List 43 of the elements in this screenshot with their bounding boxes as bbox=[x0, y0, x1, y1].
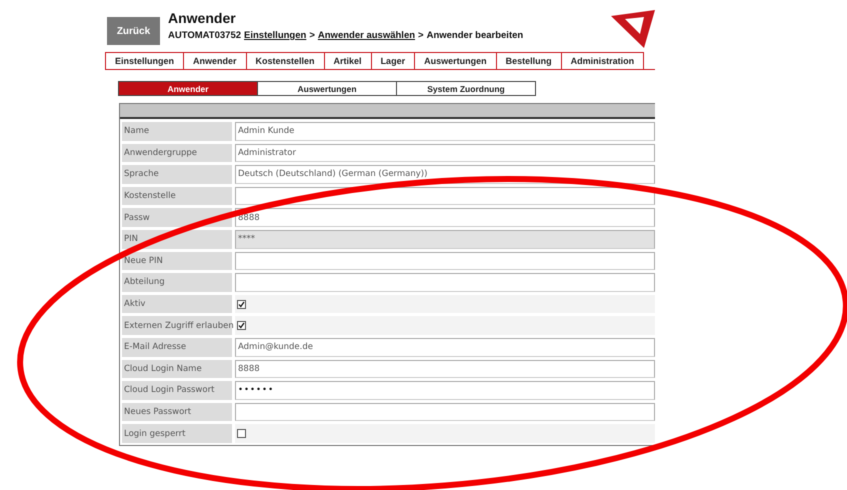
sub-tab[interactable]: Auswertungen bbox=[257, 81, 397, 96]
field-label: Login gesperrt bbox=[122, 424, 232, 443]
field-label: Cloud Login Passwort bbox=[122, 381, 232, 400]
input-field[interactable]: 8888 bbox=[235, 360, 655, 378]
checkbox[interactable] bbox=[237, 321, 246, 330]
sub-tab[interactable]: System Zuordnung bbox=[396, 81, 536, 96]
input-field[interactable]: **** bbox=[235, 230, 655, 249]
field-label: Name bbox=[122, 122, 232, 141]
nav-tab[interactable]: Lager bbox=[370, 52, 416, 69]
field-label: Anwendergruppe bbox=[122, 144, 232, 162]
field-label: E-Mail Adresse bbox=[122, 338, 232, 357]
input-field[interactable]: •••••• bbox=[235, 381, 655, 400]
field-label: Cloud Login Name bbox=[122, 360, 232, 378]
field-label: Neues Passwort bbox=[122, 402, 232, 422]
breadcrumb-link[interactable]: Anwender auswählen bbox=[318, 30, 416, 41]
nav-tab[interactable]: Auswertungen bbox=[414, 52, 497, 69]
back-button[interactable]: Zurück bbox=[107, 17, 160, 45]
sub-tab[interactable]: Anwender bbox=[118, 81, 258, 96]
nav-tab[interactable]: Bestellung bbox=[496, 52, 562, 69]
field-label: Kostenstelle bbox=[122, 186, 232, 206]
field-label: Neue PIN bbox=[122, 252, 232, 270]
input-field[interactable] bbox=[235, 402, 655, 422]
input-field[interactable]: Admin Kunde bbox=[235, 122, 655, 141]
input-field[interactable]: Administrator bbox=[235, 144, 655, 162]
breadcrumb-separator: > bbox=[309, 30, 315, 41]
field-label: Sprache bbox=[122, 165, 232, 184]
input-field[interactable]: 8888 bbox=[235, 208, 655, 227]
input-field[interactable] bbox=[235, 252, 655, 270]
field-label: Aktiv bbox=[122, 294, 232, 314]
logo-icon bbox=[611, 10, 655, 48]
page-title: Anwender bbox=[168, 10, 237, 26]
checkbox[interactable] bbox=[237, 300, 246, 309]
field-label: Abteilung bbox=[122, 273, 232, 292]
checkbox[interactable] bbox=[237, 429, 246, 438]
nav-tab[interactable]: Einstellungen bbox=[105, 52, 184, 69]
breadcrumb-current: Anwender bearbeiten bbox=[426, 30, 524, 41]
input-field[interactable]: Admin@kunde.de bbox=[235, 338, 655, 357]
nav-tab[interactable]: Administration bbox=[560, 52, 644, 69]
field-label: Externen Zugriff erlauben bbox=[122, 316, 232, 335]
breadcrumb-separator: > bbox=[418, 30, 424, 41]
breadcrumb-link[interactable]: Einstellungen bbox=[244, 30, 306, 41]
input-field[interactable] bbox=[235, 273, 655, 292]
device-id: AUTOMAT03752 bbox=[168, 30, 242, 41]
